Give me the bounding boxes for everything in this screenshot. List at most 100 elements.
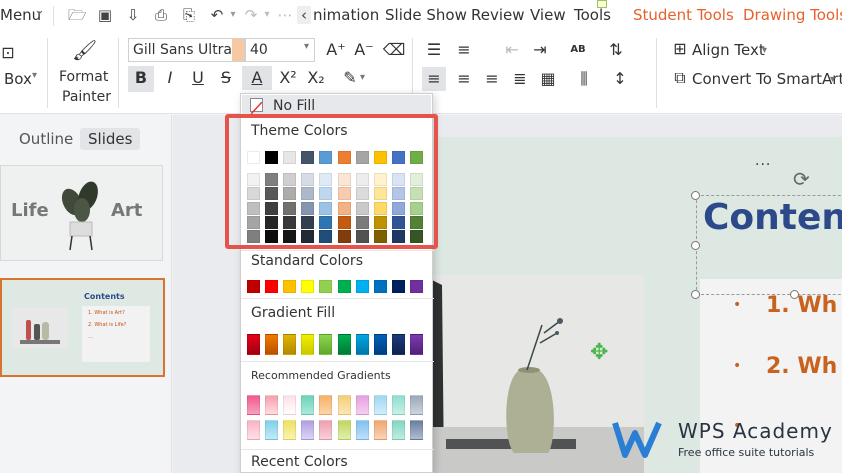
standard-color-swatch[interactable] [355,280,369,293]
recommended-gradient-swatch[interactable] [337,395,351,415]
standard-color-swatch[interactable] [283,280,297,293]
recommended-gradient-swatch[interactable] [337,420,351,440]
columns-icon[interactable]: ⫼ [572,67,596,91]
highlight-icon[interactable]: ✎ [338,66,362,90]
gradient-fill-swatch[interactable] [391,334,405,355]
export-icon[interactable]: ⇩ [124,6,142,24]
clear-format-icon[interactable]: ⌫ [382,38,406,62]
underline-button[interactable]: U [186,66,210,90]
print-icon[interactable]: ⎙ [152,6,170,24]
recommended-gradient-swatch[interactable] [265,395,279,415]
slide-title[interactable]: Conten [703,197,842,238]
save-icon[interactable]: ▣ [96,6,114,24]
gradient-fill-swatch[interactable] [355,334,369,355]
smartart-dropdown-icon[interactable]: ▾ [830,74,835,85]
standard-color-swatch[interactable] [301,280,315,293]
recommended-gradient-swatch[interactable] [391,420,405,440]
align-text-icon[interactable]: ⊞ [668,37,692,61]
superscript-button[interactable]: X² [276,66,300,90]
font-name-dropdown-icon[interactable] [232,39,244,61]
sort-icon[interactable]: ⇅ [604,38,628,62]
highlight-dropdown-icon[interactable]: ▾ [360,72,365,83]
slide-bullet-1[interactable]: 1. Wh [766,293,837,318]
slide-thumbnail-1[interactable]: Life Art [0,165,163,261]
slide-thumbnail-2[interactable]: Contents 1. What is Art? 2. What is Life… [0,278,165,377]
decrease-indent-icon[interactable]: ⇤ [500,38,524,62]
recommended-gradient-swatch[interactable] [301,420,315,440]
gradient-fill-swatch[interactable] [247,334,260,355]
numbered-list-icon[interactable]: ≡ [452,38,476,62]
tab-student-tools[interactable]: Student Tools [633,6,734,24]
standard-color-swatch[interactable] [247,280,260,293]
no-fill-label[interactable]: No Fill [273,98,315,114]
shrink-font-button[interactable]: A⁻ [352,38,376,62]
gradient-fill-swatch[interactable] [319,334,333,355]
slide-bullet-2[interactable]: 2. Wh [766,354,837,379]
resize-handle[interactable] [691,241,700,250]
text-box-dropdown-icon[interactable]: ▾ [32,70,37,81]
italic-button[interactable]: I [158,66,182,90]
increase-indent-icon[interactable]: ⇥ [528,38,552,62]
standard-color-swatch[interactable] [409,280,423,293]
align-text-button[interactable]: Align Text [692,41,765,59]
format-painter-icon[interactable]: 🖌 [72,38,97,62]
recommended-gradient-swatch[interactable] [247,395,260,415]
text-box-label[interactable]: Box [4,70,32,88]
rotate-handle-icon[interactable]: ⟳ [793,167,810,191]
recommended-gradient-swatch[interactable] [355,420,369,440]
line-spacing-icon[interactable]: ↕ [608,67,632,91]
gradient-fill-swatch[interactable] [337,334,351,355]
recommended-gradient-swatch[interactable] [373,420,387,440]
standard-color-swatch[interactable] [373,280,387,293]
gradient-fill-swatch[interactable] [373,334,387,355]
align-right-icon[interactable]: ≡ [480,67,504,91]
recommended-gradient-swatch[interactable] [355,395,369,415]
grow-font-button[interactable]: A⁺ [324,38,348,62]
resize-handle[interactable] [691,191,700,200]
tab-drawing-tools[interactable]: Drawing Tools [743,6,842,24]
bold-button[interactable]: B [128,66,154,92]
recommended-gradient-swatch[interactable] [373,395,387,415]
font-name-field[interactable]: Gill Sans Ultra B [128,38,245,62]
recommended-gradient-swatch[interactable] [265,420,279,440]
align-left-icon[interactable]: ≡ [422,67,446,91]
recommended-gradient-swatch[interactable] [301,395,315,415]
tab-outline[interactable]: Outline [11,128,81,150]
bullet-list-icon[interactable]: ☰ [422,38,446,62]
smartart-icon[interactable]: ⧉ [668,66,692,90]
gradient-fill-swatch[interactable] [301,334,315,355]
print-preview-icon[interactable]: ⎘ [180,6,198,24]
gradient-fill-swatch[interactable] [265,334,279,355]
align-center-icon[interactable]: ≡ [452,67,476,91]
gradient-fill-swatch[interactable] [283,334,297,355]
tab-slide-show[interactable]: Slide Show [385,6,467,24]
recommended-gradient-swatch[interactable] [409,395,423,415]
subscript-button[interactable]: X₂ [304,66,328,90]
tab-slides[interactable]: Slides [80,128,141,150]
tab-review[interactable]: Review [471,6,525,24]
recommended-gradient-swatch[interactable] [319,395,333,415]
standard-color-swatch[interactable] [391,280,405,293]
recommended-gradient-swatch[interactable] [391,395,405,415]
font-color-button[interactable]: A [242,66,272,90]
distribute-icon[interactable]: ▦ [536,67,560,91]
text-direction-button[interactable]: AB [566,38,590,62]
open-icon[interactable]: 🗁 [68,6,87,24]
menu-chevron-icon[interactable]: ⌄ [34,3,45,18]
more-icon[interactable]: ⋯ [276,6,294,24]
more-options-icon[interactable]: ··· [755,157,771,173]
recommended-gradient-swatch[interactable] [283,420,297,440]
redo-dropdown-icon[interactable]: ▾ [258,6,276,24]
strikethrough-button[interactable]: S [214,66,238,90]
recommended-gradient-swatch[interactable] [247,420,260,440]
recommended-gradient-swatch[interactable] [409,420,423,440]
resize-handle[interactable] [691,290,700,299]
tab-view[interactable]: View [530,6,566,24]
font-size-dropdown-icon[interactable]: ▾ [304,41,309,52]
format-painter-label-2[interactable]: Painter [62,89,111,105]
undo-dropdown-icon[interactable]: ▾ [224,6,242,24]
justify-icon[interactable]: ≣ [508,67,532,91]
gradient-fill-swatch[interactable] [409,334,423,355]
align-text-dropdown-icon[interactable]: ▾ [762,45,767,56]
tab-tools[interactable]: Tools [574,6,611,24]
